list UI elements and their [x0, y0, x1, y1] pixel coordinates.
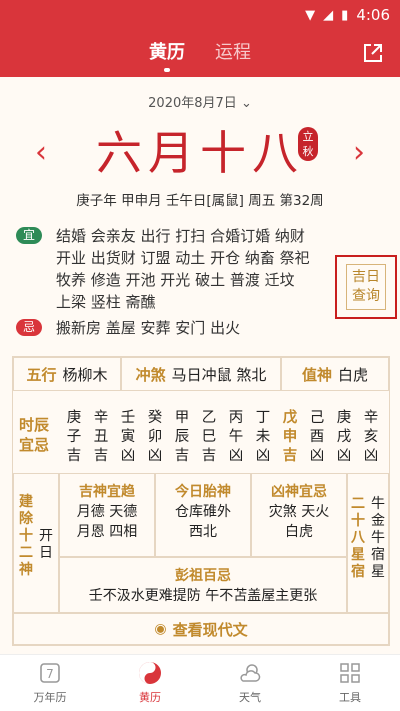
weather-icon: [240, 664, 261, 682]
eye-icon: ◉: [154, 621, 167, 637]
shichen-label: 时辰宜忌: [19, 416, 50, 454]
yi-section: 宜 结婚 会亲友 出行 打扫 合婚订婚 纳财 开业 出货财 订盟 动土 开仓 纳…: [16, 225, 336, 313]
nav-item-tools[interactable]: 工具: [300, 655, 400, 711]
almanac-main: 2020年8月7日 ⌄ ‹ 六月十八 立秋 › 庚子年 甲申月 壬午日[属鼠] …: [0, 77, 400, 654]
ganzhi-info: 庚子年 甲申月 壬午日[属鼠] 周五 第32周: [76, 193, 324, 209]
shichen-col: 乙巳吉: [201, 410, 217, 464]
top-header: 黄历 运程: [0, 30, 400, 77]
shichen-col: 庚子吉: [66, 410, 82, 464]
date-selector[interactable]: 2020年8月7日 ⌄: [0, 92, 400, 111]
tab-yuncheng[interactable]: 运程: [215, 38, 251, 70]
xiu-cell: 二十八星宿 牛金牛宿星: [347, 473, 389, 613]
yi-line: 开业 出货财 订盟 动土 开仓 纳畜 祭祀: [56, 249, 310, 267]
wifi-icon: ▼: [305, 7, 316, 23]
shichen-col: 戊申吉: [282, 410, 298, 464]
tools-grid-icon: [340, 663, 360, 683]
yi-line: 牧养 修造 开池 开光 破土 普渡 迁坟: [56, 271, 295, 289]
solar-term-badge: 立秋: [298, 127, 318, 161]
shichen-col: 丙午凶: [228, 410, 244, 464]
taiji-icon: [139, 662, 161, 684]
almanac-grid: 五行 杨柳木 冲煞 马日冲鼠 煞北 值神 白虎 时辰宜忌 庚子吉辛丑吉壬寅凶癸卯凶甲辰…: [12, 356, 390, 646]
chevron-down-icon: ⌄: [240, 96, 252, 111]
tab-huangli[interactable]: 黄历: [149, 38, 185, 70]
lunar-date: 六月十八: [96, 126, 304, 180]
share-icon[interactable]: [362, 42, 384, 64]
nav-item-calendar[interactable]: 7 万年历: [0, 655, 100, 711]
xiongshen-cell: 凶神宜忌 灾煞 天火 白虎: [251, 473, 347, 557]
calendar-icon: 7: [40, 663, 60, 683]
taishen-cell: 今日胎神 仓库碓外 西北: [155, 473, 251, 557]
ji-badge: 忌: [16, 319, 42, 336]
next-day-arrow-icon[interactable]: ›: [353, 135, 365, 170]
yi-line: 上梁 竖柱 斋醮: [56, 293, 156, 311]
shichen-col: 庚戌凶: [336, 410, 352, 464]
ji-section: 忌 搬新房 盖屋 安葬 安门 出火: [16, 317, 336, 339]
yi-line: 结婚 会亲友 出行 打扫 合婚订婚 纳财: [56, 227, 305, 245]
nav-item-huangli[interactable]: 黄历: [100, 655, 200, 711]
shichen-col: 丁未凶: [255, 410, 271, 464]
view-modern-text-button[interactable]: ◉ 查看现代文: [13, 613, 389, 645]
bottom-nav: 7 万年历 黄历 天气 工具: [0, 654, 400, 711]
shichen-col: 辛丑吉: [93, 410, 109, 464]
yi-badge: 宜: [16, 227, 42, 244]
nav-item-weather[interactable]: 天气: [200, 655, 300, 711]
jianchu-cell: 建除十二神 开日: [13, 473, 59, 613]
shichen-col: 己酉凶: [309, 410, 325, 464]
battery-icon: ▮: [341, 7, 349, 23]
status-bar: ▼ ◢ ▮ 4:06: [0, 0, 400, 30]
chongsha-cell: 冲煞 马日冲鼠 煞北: [121, 357, 281, 391]
lucky-day-query-button[interactable]: 吉日查询: [335, 255, 397, 319]
shichen-table: 时辰宜忌 庚子吉辛丑吉壬寅凶癸卯凶甲辰吉乙巳吉丙午凶丁未凶戊申吉己酉凶庚戌凶辛亥…: [13, 393, 391, 473]
calendar-icon-number: 7: [46, 667, 54, 681]
pengzu-cell: 彭祖百忌 壬不汲水更难提防 午不苫盖屋主更张: [59, 557, 347, 613]
status-time: 4:06: [356, 6, 390, 24]
ji-items: 搬新房 盖屋 安葬 安门 出火: [56, 319, 241, 337]
zhishen-cell: 值神 白虎: [281, 357, 389, 391]
shichen-col: 辛亥凶: [363, 410, 379, 464]
shichen-col: 壬寅凶: [120, 410, 136, 464]
shichen-col: 甲辰吉: [174, 410, 190, 464]
shichen-col: 癸卯凶: [147, 410, 163, 464]
signal-icon: ◢: [323, 7, 334, 23]
jishen-cell: 吉神宜趋 月德 天德 月恩 四相: [59, 473, 155, 557]
wuxing-cell: 五行 杨柳木: [13, 357, 121, 391]
